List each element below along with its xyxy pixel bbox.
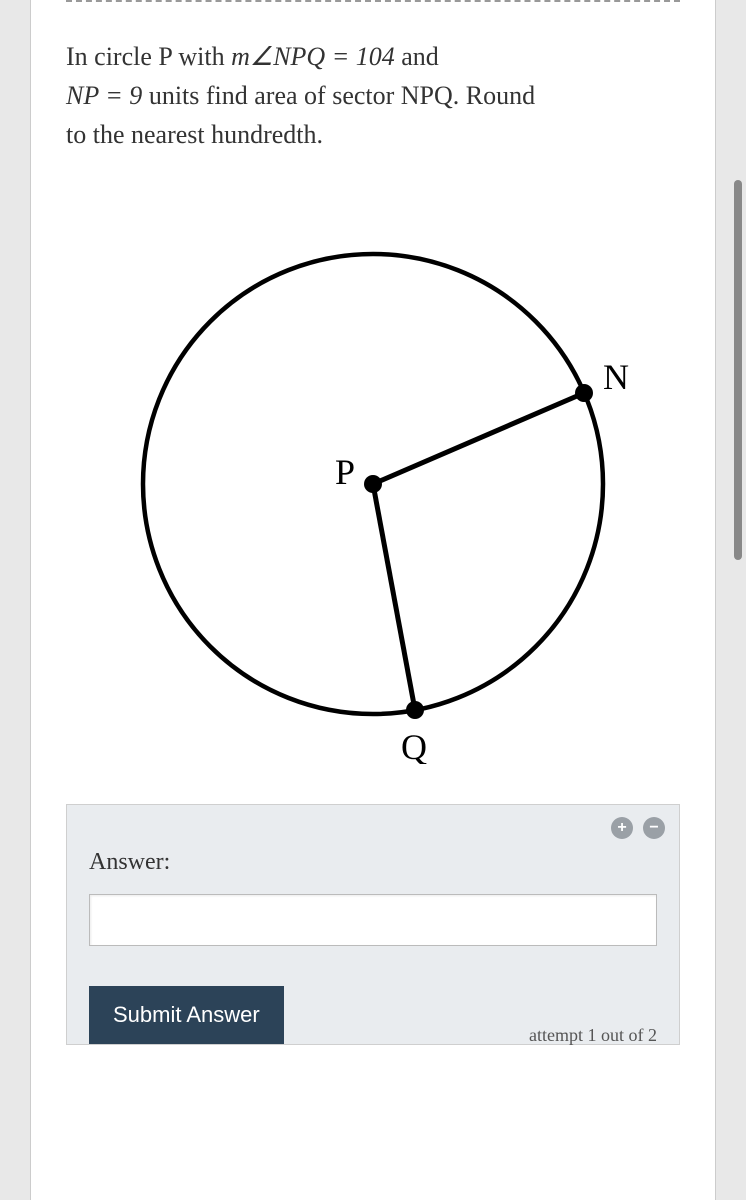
problem-statement: In circle P with m∠NPQ = 104 and NP = 9 …: [66, 37, 680, 154]
page-container: In circle P with m∠NPQ = 104 and NP = 9 …: [30, 0, 716, 1200]
answer-input[interactable]: [89, 894, 657, 946]
radius-expression: NP = 9: [66, 81, 142, 110]
label-P: P: [335, 452, 355, 492]
scrollbar-thumb[interactable]: [734, 180, 742, 560]
zoom-out-icon[interactable]: −: [643, 817, 665, 839]
dashed-divider: [66, 0, 680, 2]
diagram-container: P N Q: [66, 174, 680, 794]
submit-button[interactable]: Submit Answer: [89, 986, 284, 1044]
answer-panel: + − Answer: Submit Answer attempt 1 out …: [66, 804, 680, 1045]
answer-label: Answer:: [89, 849, 657, 876]
zoom-controls: + −: [611, 817, 665, 839]
problem-text-3: to the nearest hundredth.: [66, 120, 323, 149]
angle-expression: m∠NPQ = 104: [231, 42, 395, 71]
problem-text-1: In circle P with: [66, 42, 231, 71]
attempt-counter: attempt 1 out of 2: [529, 1025, 657, 1046]
label-N: N: [603, 357, 629, 397]
problem-text-1b: and: [395, 42, 439, 71]
circle-diagram: P N Q: [93, 204, 653, 764]
problem-text-2: units find area of sector NPQ. Round: [142, 81, 535, 110]
zoom-in-icon[interactable]: +: [611, 817, 633, 839]
label-Q: Q: [401, 727, 427, 764]
